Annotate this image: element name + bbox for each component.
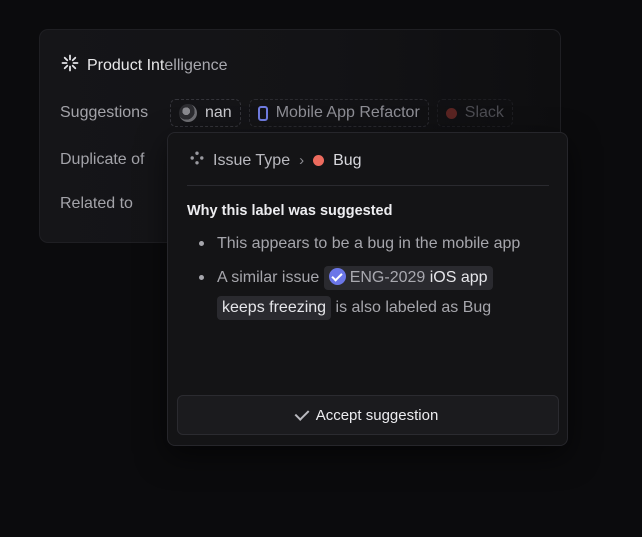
reason-item: A similar issue ENG-2029 iOS app keeps fr…: [187, 263, 549, 323]
phone-icon: [257, 105, 268, 121]
divider: [187, 185, 549, 186]
suggestion-chip-project[interactable]: Mobile App Refactor: [248, 99, 429, 127]
accept-label: Accept suggestion: [315, 406, 439, 424]
red-dot-icon: [445, 107, 457, 119]
bug-dot-icon: [313, 155, 325, 166]
reason-list: This appears to be a bug in the mobile a…: [187, 229, 549, 327]
chip-label: Mobile App Refactor: [275, 104, 420, 121]
chip-label: nan: [205, 104, 232, 121]
related-issue-link[interactable]: ENG-2029 iOS app: [323, 266, 493, 290]
panel-title-main: Product Int: [87, 56, 165, 74]
related-to-label: Related to: [60, 195, 133, 212]
issue-id: ENG-2029: [349, 269, 426, 286]
panel-title: Product Intelligence: [61, 54, 228, 77]
check-icon: [294, 406, 310, 421]
breadcrumb-bug: Bug: [333, 151, 362, 169]
issue-title-part2: keeps freezing: [222, 299, 327, 316]
suggestions-label: Suggestions: [60, 104, 149, 121]
suggestion-chip-slack[interactable]: Slack: [436, 99, 513, 127]
reason-prefix: A similar issue: [217, 269, 320, 286]
issue-title-part1: iOS app: [429, 269, 488, 286]
chevron-right-icon: ›: [299, 152, 305, 169]
globe-icon: [179, 104, 197, 122]
check-circle-icon: [328, 268, 346, 285]
chip-label: Slack: [464, 104, 504, 121]
suggestion-chip-assignee[interactable]: nan: [170, 99, 241, 127]
issue-type-icon: [190, 151, 204, 170]
accept-suggestion-button[interactable]: Accept suggestion: [177, 395, 559, 435]
reason-item: This appears to be a bug in the mobile a…: [187, 229, 549, 259]
duplicate-of-label: Duplicate of: [60, 151, 145, 168]
sparkle-icon: [61, 54, 79, 77]
breadcrumb: Issue Type › Bug: [190, 151, 362, 170]
suggestion-chips: nan Mobile App Refactor Slack: [170, 99, 513, 127]
related-issue-link-cont[interactable]: keeps freezing: [217, 296, 332, 320]
breadcrumb-issue-type: Issue Type: [213, 151, 291, 169]
reason-suffix: is also labeled as Bug: [335, 299, 492, 316]
why-heading: Why this label was suggested: [187, 203, 393, 219]
panel-title-fade: elligence: [164, 56, 228, 74]
screen: Product Intelligence Suggestions Duplica…: [0, 0, 642, 537]
suggestion-popover: Issue Type › Bug Why this label was sugg…: [167, 132, 568, 446]
reason-text: This appears to be a bug in the mobile a…: [217, 235, 521, 252]
